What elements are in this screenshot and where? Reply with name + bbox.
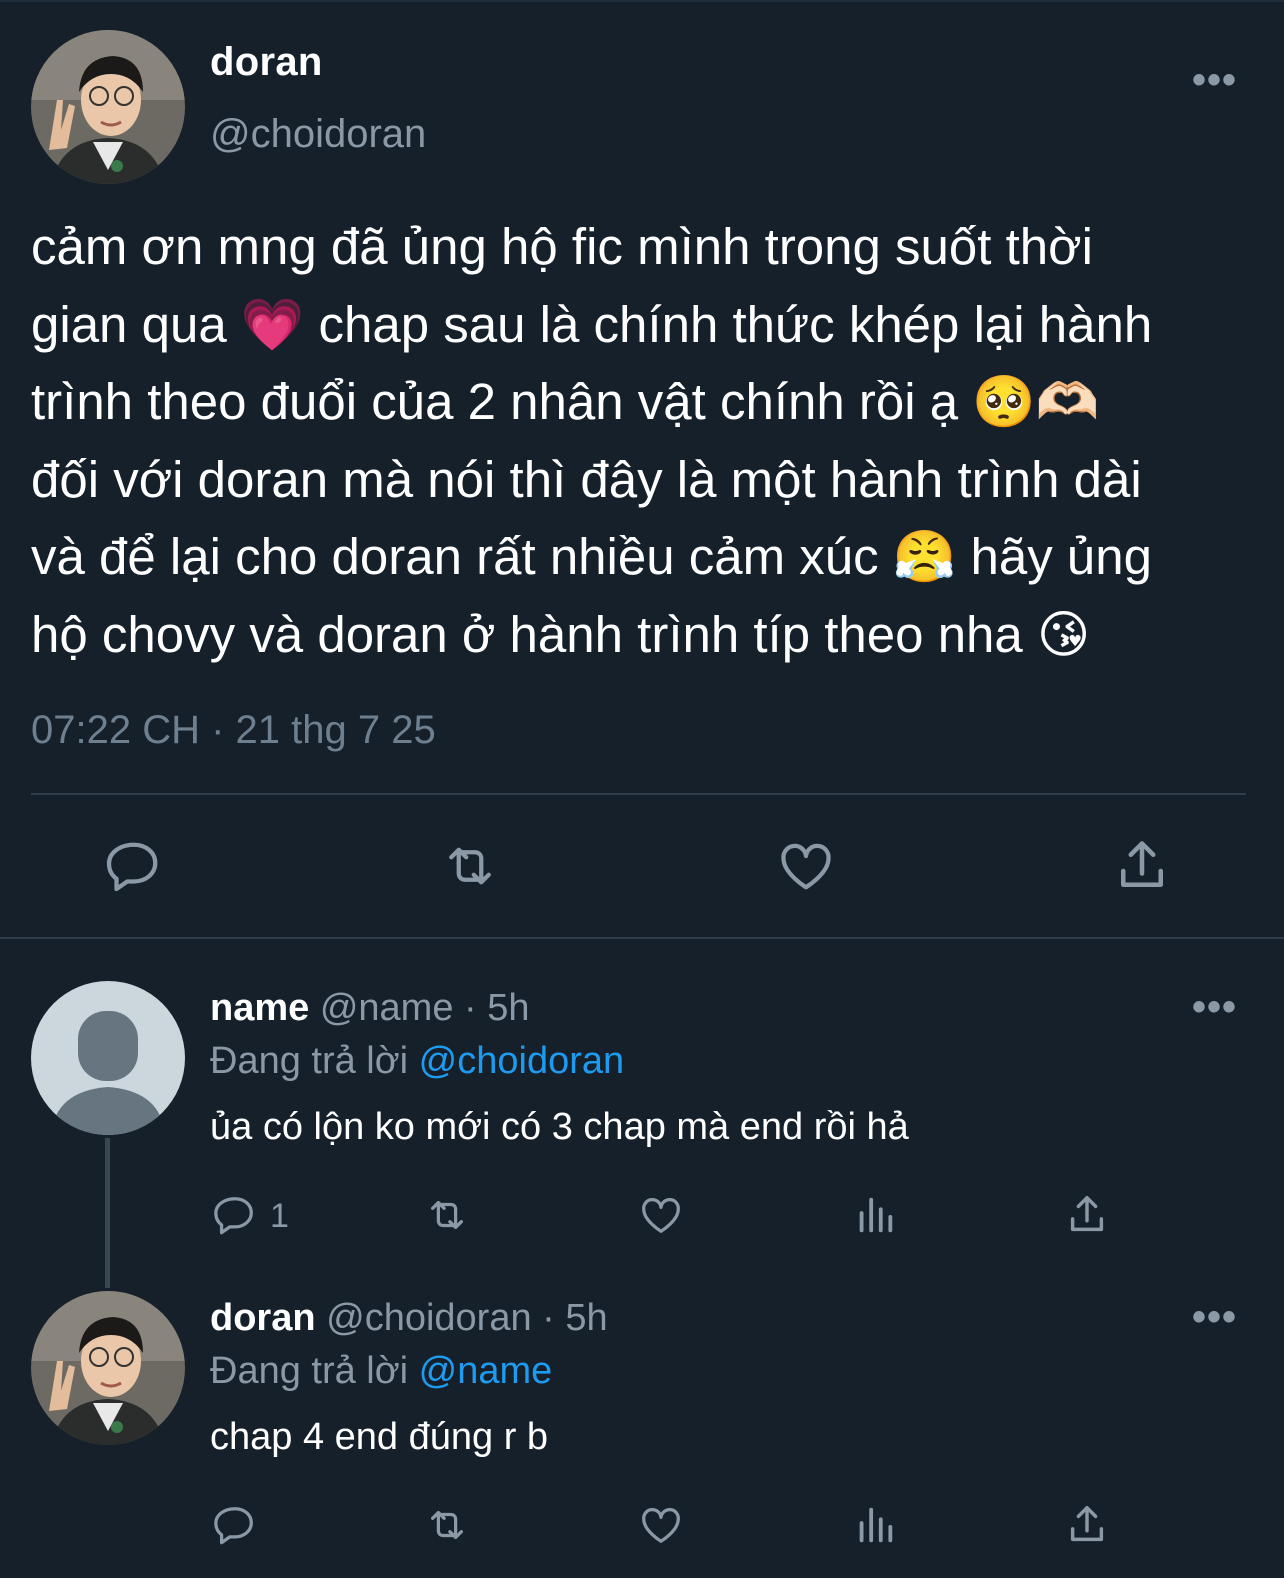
share-button[interactable]	[1064, 1192, 1110, 1238]
retweet-icon	[430, 1510, 464, 1540]
retweet-icon	[449, 847, 491, 885]
author-avatar-image	[31, 30, 185, 184]
actions-divider-top	[31, 793, 1246, 795]
reply-button[interactable]	[104, 836, 164, 896]
top-border	[0, 0, 1284, 2]
more-options-icon[interactable]: •••	[1192, 987, 1237, 1027]
reply-author-handle[interactable]: @choidoran	[326, 1297, 531, 1339]
reply-author-name[interactable]: name	[210, 987, 309, 1029]
tweet-timestamp[interactable]: 07:22 CH · 21 thg 7 25	[31, 708, 436, 753]
like-button[interactable]	[638, 1502, 684, 1548]
replying-label: Đang trả lời	[210, 1040, 409, 1082]
retweet-button[interactable]	[424, 1192, 470, 1238]
more-options-icon[interactable]: •••	[1192, 60, 1237, 100]
like-button[interactable]	[776, 836, 836, 896]
reply-icon	[214, 1197, 253, 1235]
views-button[interactable]	[852, 1192, 898, 1238]
replying-to: Đang trả lời @name	[210, 1350, 552, 1393]
thread-connector	[105, 1138, 110, 1288]
replying-label: Đang trả lời	[210, 1350, 409, 1392]
like-icon	[781, 843, 831, 890]
separator-dot: ·	[542, 1297, 555, 1339]
like-icon	[642, 1508, 680, 1543]
reply-button[interactable]	[212, 1502, 258, 1548]
analytics-icon	[859, 1507, 893, 1543]
reply-avatar-default[interactable]	[31, 981, 185, 1135]
separator-dot: ·	[464, 987, 477, 1029]
reply-header: doran @choidoran · 5h	[210, 1297, 608, 1340]
reply-header: name @name · 5h	[210, 987, 530, 1030]
analytics-icon	[859, 1197, 893, 1233]
replying-mention[interactable]: @choidoran	[419, 1040, 624, 1082]
like-icon	[642, 1198, 680, 1233]
reply-time[interactable]: 5h	[487, 987, 529, 1029]
reply-text: chap 4 end đúng r b	[210, 1416, 549, 1458]
share-button[interactable]	[1112, 836, 1172, 896]
tweet-text: cảm ơn mng đã ủng hộ fic mình trong suốt…	[31, 218, 1153, 663]
retweet-button[interactable]	[440, 836, 500, 896]
default-avatar-icon	[31, 981, 185, 1135]
reply-text: ủa có lộn ko mới có 3 chap mà end rồi hả	[210, 1106, 909, 1148]
reply-button[interactable]	[212, 1192, 258, 1238]
views-button[interactable]	[852, 1502, 898, 1548]
reply-count: 1	[270, 1197, 289, 1235]
reply-author-handle[interactable]: @name	[320, 987, 454, 1029]
share-icon	[1070, 1506, 1104, 1542]
reply-icon	[106, 842, 158, 892]
author-avatar-image	[31, 1291, 185, 1445]
retweet-button[interactable]	[424, 1502, 470, 1548]
reply-time[interactable]: 5h	[565, 1297, 607, 1339]
reply-author-avatar[interactable]	[31, 1291, 185, 1445]
replying-to: Đang trả lời @choidoran	[210, 1040, 624, 1083]
author-avatar[interactable]	[31, 30, 185, 184]
share-icon	[1121, 841, 1163, 887]
tweet-divider	[0, 937, 1284, 939]
retweet-icon	[430, 1200, 464, 1230]
like-button[interactable]	[638, 1192, 684, 1238]
share-icon	[1070, 1196, 1104, 1232]
more-options-icon[interactable]: •••	[1192, 1297, 1237, 1337]
author-name[interactable]: doran	[210, 40, 323, 85]
reply-icon	[214, 1507, 253, 1545]
reply-author-name[interactable]: doran	[210, 1297, 316, 1339]
replying-mention[interactable]: @name	[419, 1350, 553, 1392]
author-handle[interactable]: @choidoran	[210, 112, 426, 157]
share-button[interactable]	[1064, 1502, 1110, 1548]
